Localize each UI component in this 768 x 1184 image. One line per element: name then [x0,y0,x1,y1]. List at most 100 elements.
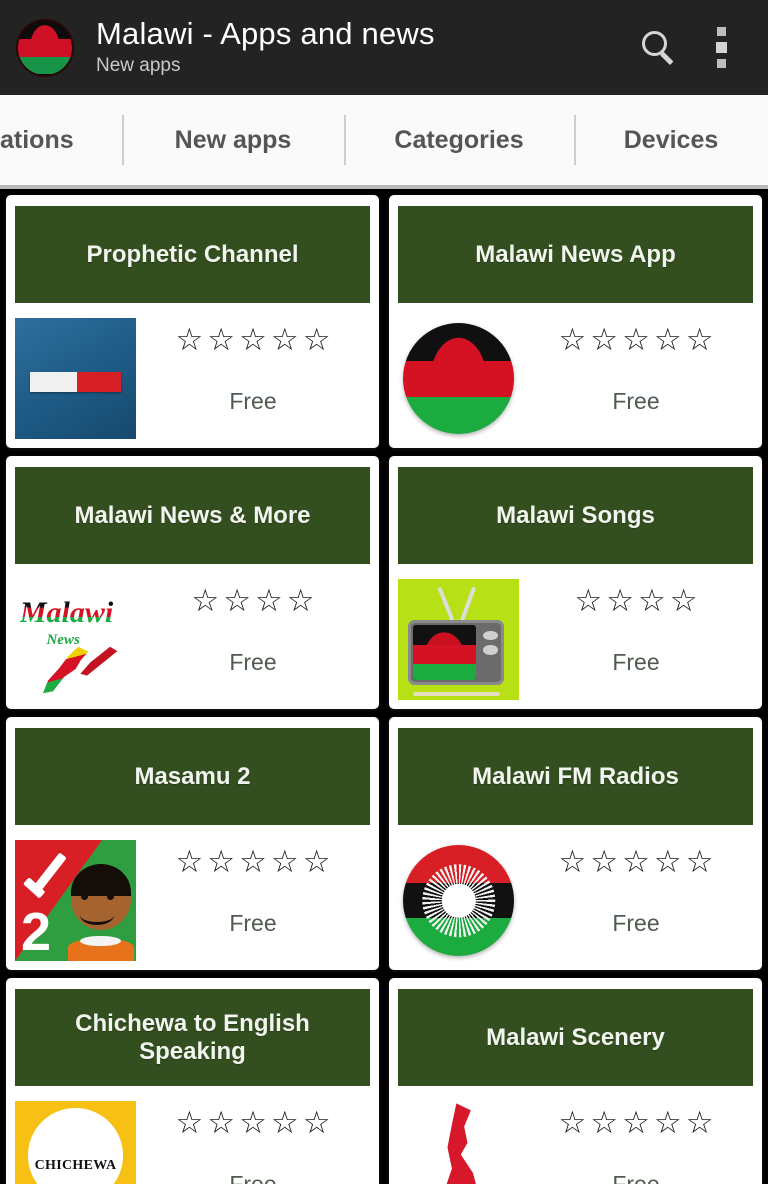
prophetic-word-left [29,372,77,392]
rating-stars[interactable]: ☆ ☆ ☆ ☆ ☆ [559,846,714,877]
rating-stars[interactable]: ☆ ☆ ☆ ☆ ☆ [176,1107,331,1138]
app-title-banner: Chichewa to English Speaking [15,989,370,1086]
app-title: Chichewa to English Speaking [75,1009,310,1065]
retro-tv-icon[interactable] [398,579,519,700]
number-two: 2 [21,901,52,961]
app-card[interactable]: Malawi News App ☆ ☆ ☆ ☆ ☆ Free [389,195,762,448]
app-title: Masamu 2 [134,762,251,790]
app-price: Free [612,1171,660,1184]
overflow-dot-top [716,27,726,36]
radio-dial-icon[interactable] [398,840,519,961]
app-meta: ☆ ☆ ☆ ☆ ☆ Free [519,840,753,937]
tv-antenna-right [459,586,476,623]
rating-stars[interactable]: ☆ ☆ ☆ ☆ [191,585,314,616]
prophetic-channel-icon[interactable] [15,318,136,439]
tab-categories[interactable]: Categories [344,95,574,185]
app-card[interactable]: Malawi Scenery ☆ ☆ ☆ ☆ ☆ Free [389,978,762,1184]
app-title-banner: Malawi Songs [398,467,753,564]
logo-word-malawi: Malawi [20,598,131,628]
app-price: Free [612,388,660,414]
app-grid: Prophetic Channel ☆ ☆ ☆ ☆ ☆ Free Malawi … [0,189,768,1184]
tab-label: New apps [174,125,292,154]
flag-band-green [18,56,72,75]
app-title: Malawi FM Radios [472,762,679,790]
star-icon: ☆ [653,844,682,879]
malawi-map-shape [444,1103,480,1184]
search-button[interactable] [628,13,690,83]
tv-body [407,620,505,686]
page-subtitle: New apps [96,54,181,76]
star-icon: ☆ [638,583,666,618]
malawi-news-logo-icon[interactable]: Malawi News [15,579,136,700]
overflow-dot-bottom [716,59,726,68]
rating-stars[interactable]: ☆ ☆ ☆ ☆ [574,585,697,616]
rating-stars[interactable]: ☆ ☆ ☆ ☆ ☆ [176,846,331,877]
tab-label: Categories [394,125,524,154]
app-title-banner: Masamu 2 [15,728,370,825]
app-card[interactable]: Chichewa to English Speaking CHICHEWA EN… [6,978,379,1184]
star-icon: ☆ [622,844,650,879]
malawi-flag-circle-icon[interactable] [16,18,74,77]
tab-new-apps[interactable]: New apps [122,95,344,185]
malawi-flag-circle-icon[interactable] [398,318,519,439]
prophetic-word-right [76,372,122,392]
tab-bar: ations New apps Categories Devices [0,95,768,189]
search-icon-handle [660,51,674,65]
star-icon: ☆ [207,322,236,357]
app-card-body: 2 ☆ ☆ ☆ ☆ ☆ Free [15,825,370,961]
radio-dial-ball [402,844,515,957]
app-bar-titles: Malawi - Apps and news New apps [96,18,628,76]
masamu-child-icon[interactable]: 2 [15,840,136,961]
app-title: Malawi Songs [496,501,655,529]
app-title-banner: Malawi FM Radios [398,728,753,825]
star-icon: ☆ [239,844,267,879]
app-card[interactable]: Malawi FM Radios ☆ ☆ ☆ ☆ ☆ Free [389,717,762,970]
star-icon: ☆ [239,322,267,357]
app-card[interactable]: Malawi News & More Malawi News ☆ ☆ ☆ ☆ F… [6,456,379,709]
star-icon: ☆ [685,844,714,879]
star-icon: ☆ [653,1105,682,1140]
tv-screen [412,625,477,681]
rating-stars[interactable]: ☆ ☆ ☆ ☆ ☆ [176,324,331,355]
app-price: Free [612,910,660,936]
star-icon: ☆ [558,322,587,357]
rating-stars[interactable]: ☆ ☆ ☆ ☆ ☆ [559,1107,714,1138]
app-card[interactable]: Masamu 2 2 ☆ ☆ ☆ ☆ ☆ Free [6,717,379,970]
chichewa-english-icon[interactable]: CHICHEWA ENGLISH [15,1101,136,1184]
app-title-banner: Prophetic Channel [15,206,370,303]
app-meta: ☆ ☆ ☆ ☆ ☆ Free [519,1101,753,1184]
app-meta: ☆ ☆ ☆ ☆ ☆ Free [136,840,370,937]
tv-knob-top [483,630,498,641]
tab-devices[interactable]: Devices [574,95,768,185]
star-icon: ☆ [590,844,619,879]
prophetic-logo-bar [29,372,122,392]
tv-stand [412,691,500,697]
star-icon: ☆ [207,844,236,879]
app-meta: ☆ ☆ ☆ ☆ ☆ Free [519,318,753,415]
app-title-banner: Malawi News App [398,206,753,303]
rating-stars[interactable]: ☆ ☆ ☆ ☆ ☆ [559,324,714,355]
star-icon: ☆ [302,1105,331,1140]
star-icon: ☆ [653,322,682,357]
tab-applications[interactable]: ations [0,95,122,185]
overflow-menu-button[interactable] [690,13,752,83]
app-card[interactable]: Prophetic Channel ☆ ☆ ☆ ☆ ☆ Free [6,195,379,448]
tab-label: ations [0,125,74,154]
flag-band-green [412,663,477,681]
app-price: Free [229,1171,277,1184]
checkmark-stroke-long [34,852,67,891]
app-price: Free [612,649,660,675]
star-icon: ☆ [175,844,204,879]
app-meta: ☆ ☆ ☆ ☆ ☆ Free [136,318,370,415]
app-card[interactable]: Malawi Songs ☆ ☆ ☆ ☆ Free [389,456,762,709]
star-icon: ☆ [207,1105,236,1140]
star-icon: ☆ [175,322,204,357]
app-title-banner: Malawi Scenery [398,989,753,1086]
star-icon: ☆ [622,1105,650,1140]
app-title: Malawi Scenery [486,1023,665,1051]
app-price: Free [229,388,277,414]
tv-knob-bottom [483,644,498,655]
malawi-map-icon[interactable] [398,1101,519,1184]
app-card-body: ☆ ☆ ☆ ☆ ☆ Free [398,303,753,439]
star-icon: ☆ [270,1105,299,1140]
